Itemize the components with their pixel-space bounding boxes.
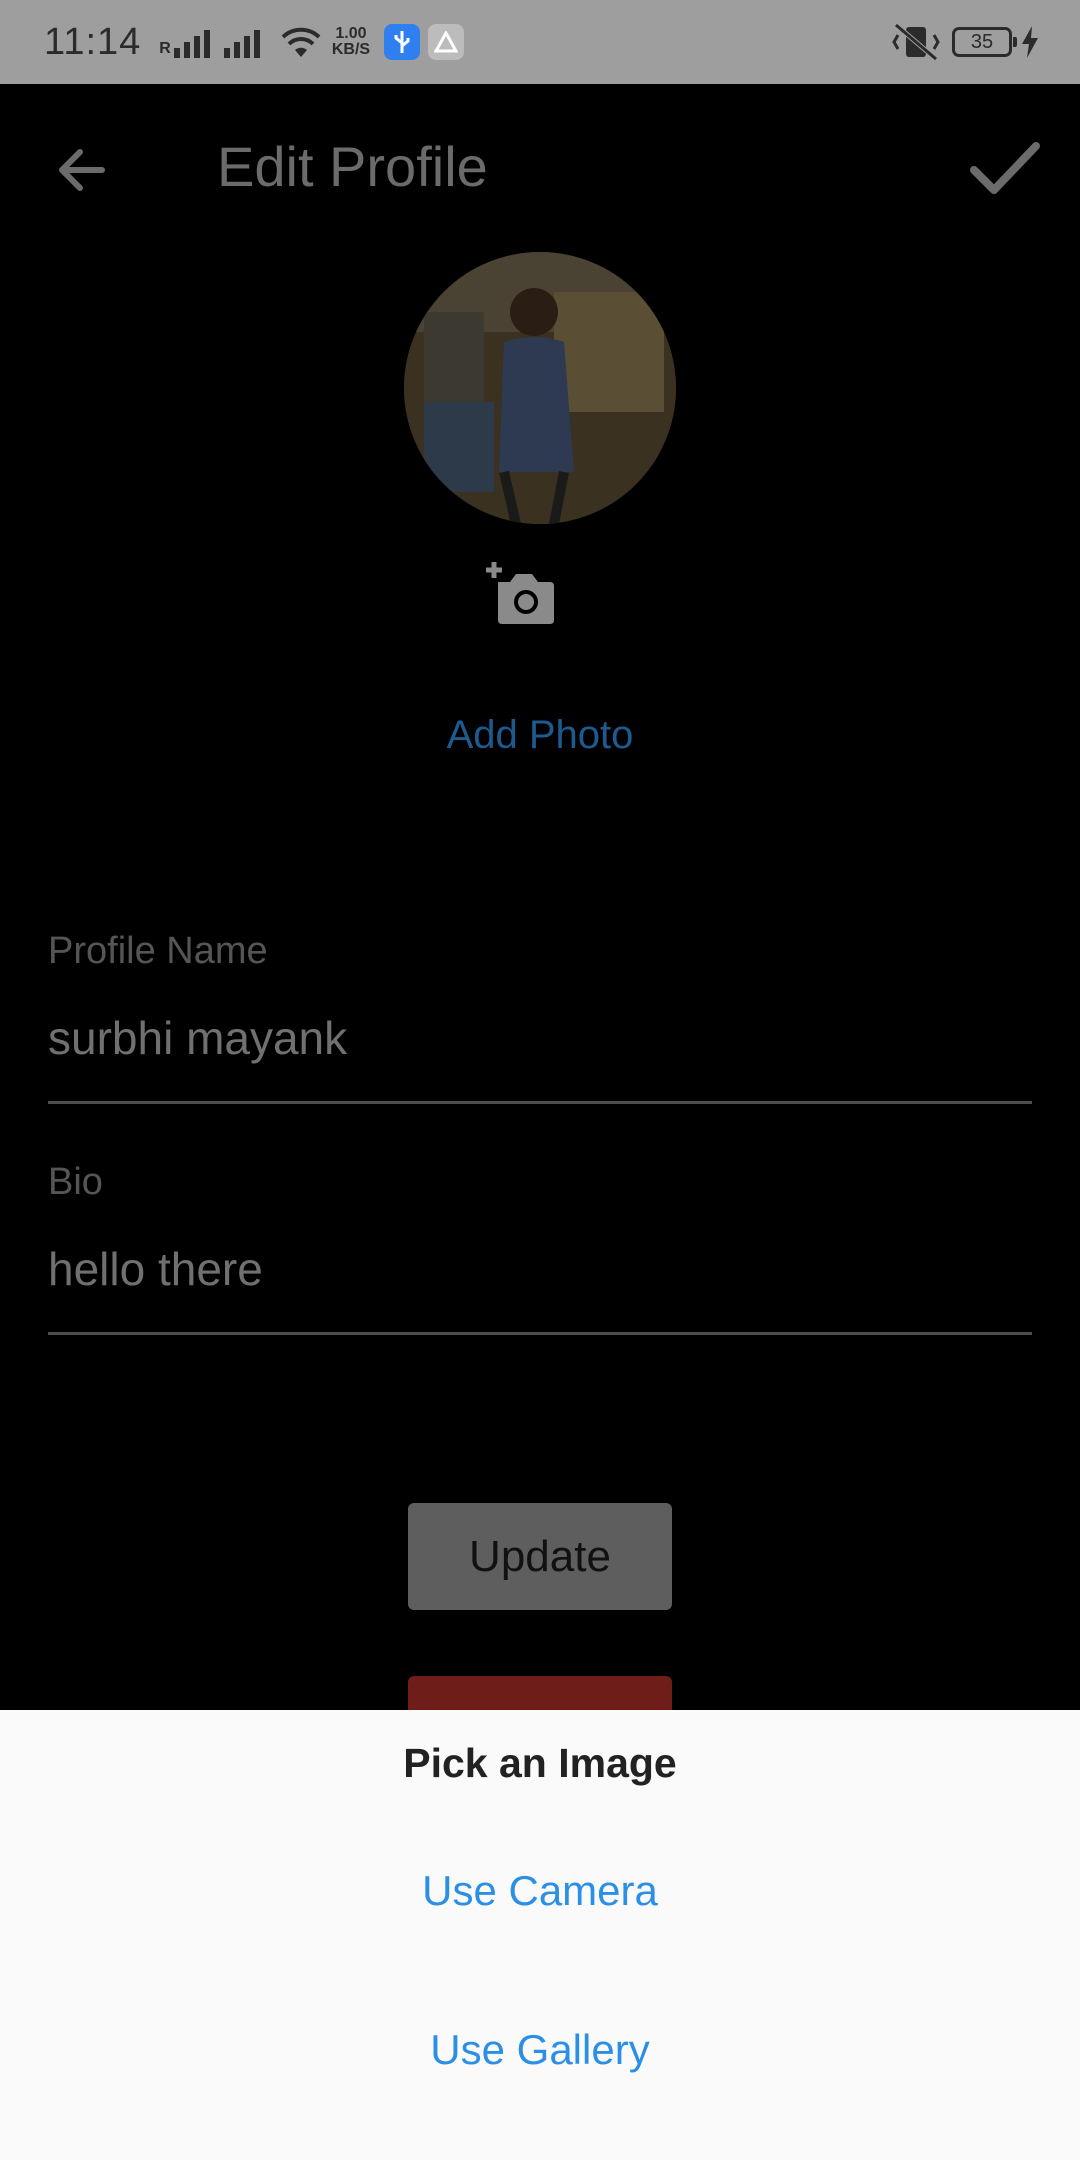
clock: 11:14 — [44, 20, 142, 63]
network-speed: 1.00 KB/S — [331, 25, 371, 58]
usb-icon — [384, 24, 421, 60]
profile-avatar[interactable] — [404, 252, 676, 524]
bio-field[interactable]: Bio hello there — [48, 1161, 1032, 1335]
bio-label: Bio — [48, 1161, 103, 1203]
status-bar: 11:14 R 1.00 KB/S 35 — [0, 0, 1080, 84]
app-notification-icon — [428, 24, 465, 60]
add-photo-link[interactable]: Add Photo — [0, 713, 1080, 758]
bio-underline — [48, 1332, 1032, 1335]
use-gallery-option[interactable]: Use Gallery — [0, 2026, 1080, 2074]
wifi-icon — [281, 27, 321, 57]
profile-name-field[interactable]: Profile Name surbhi mayank — [48, 930, 1032, 1104]
battery-icon: 35 — [952, 27, 1017, 57]
vibrate-mute-icon — [892, 23, 940, 61]
charging-icon — [1022, 26, 1038, 58]
sheet-title: Pick an Image — [403, 1740, 677, 1786]
check-icon[interactable] — [964, 128, 1044, 208]
cell-signal-icon-1: R — [159, 26, 214, 58]
bio-input[interactable]: hello there — [48, 1242, 1032, 1296]
profile-name-underline — [48, 1101, 1032, 1104]
profile-name-input[interactable]: surbhi mayank — [48, 1011, 1032, 1065]
page-title: Edit Profile — [217, 135, 488, 198]
update-button[interactable]: Update — [408, 1503, 672, 1610]
cell-signal-icon-2 — [223, 26, 264, 58]
profile-name-label: Profile Name — [48, 930, 268, 972]
back-icon[interactable] — [52, 140, 112, 200]
image-picker-sheet: Pick an Image Use Camera Use Gallery — [0, 1710, 1080, 2160]
app-bar: Edit Profile — [0, 84, 1080, 254]
add-camera-icon[interactable] — [484, 560, 558, 626]
use-camera-option[interactable]: Use Camera — [0, 1867, 1080, 1915]
